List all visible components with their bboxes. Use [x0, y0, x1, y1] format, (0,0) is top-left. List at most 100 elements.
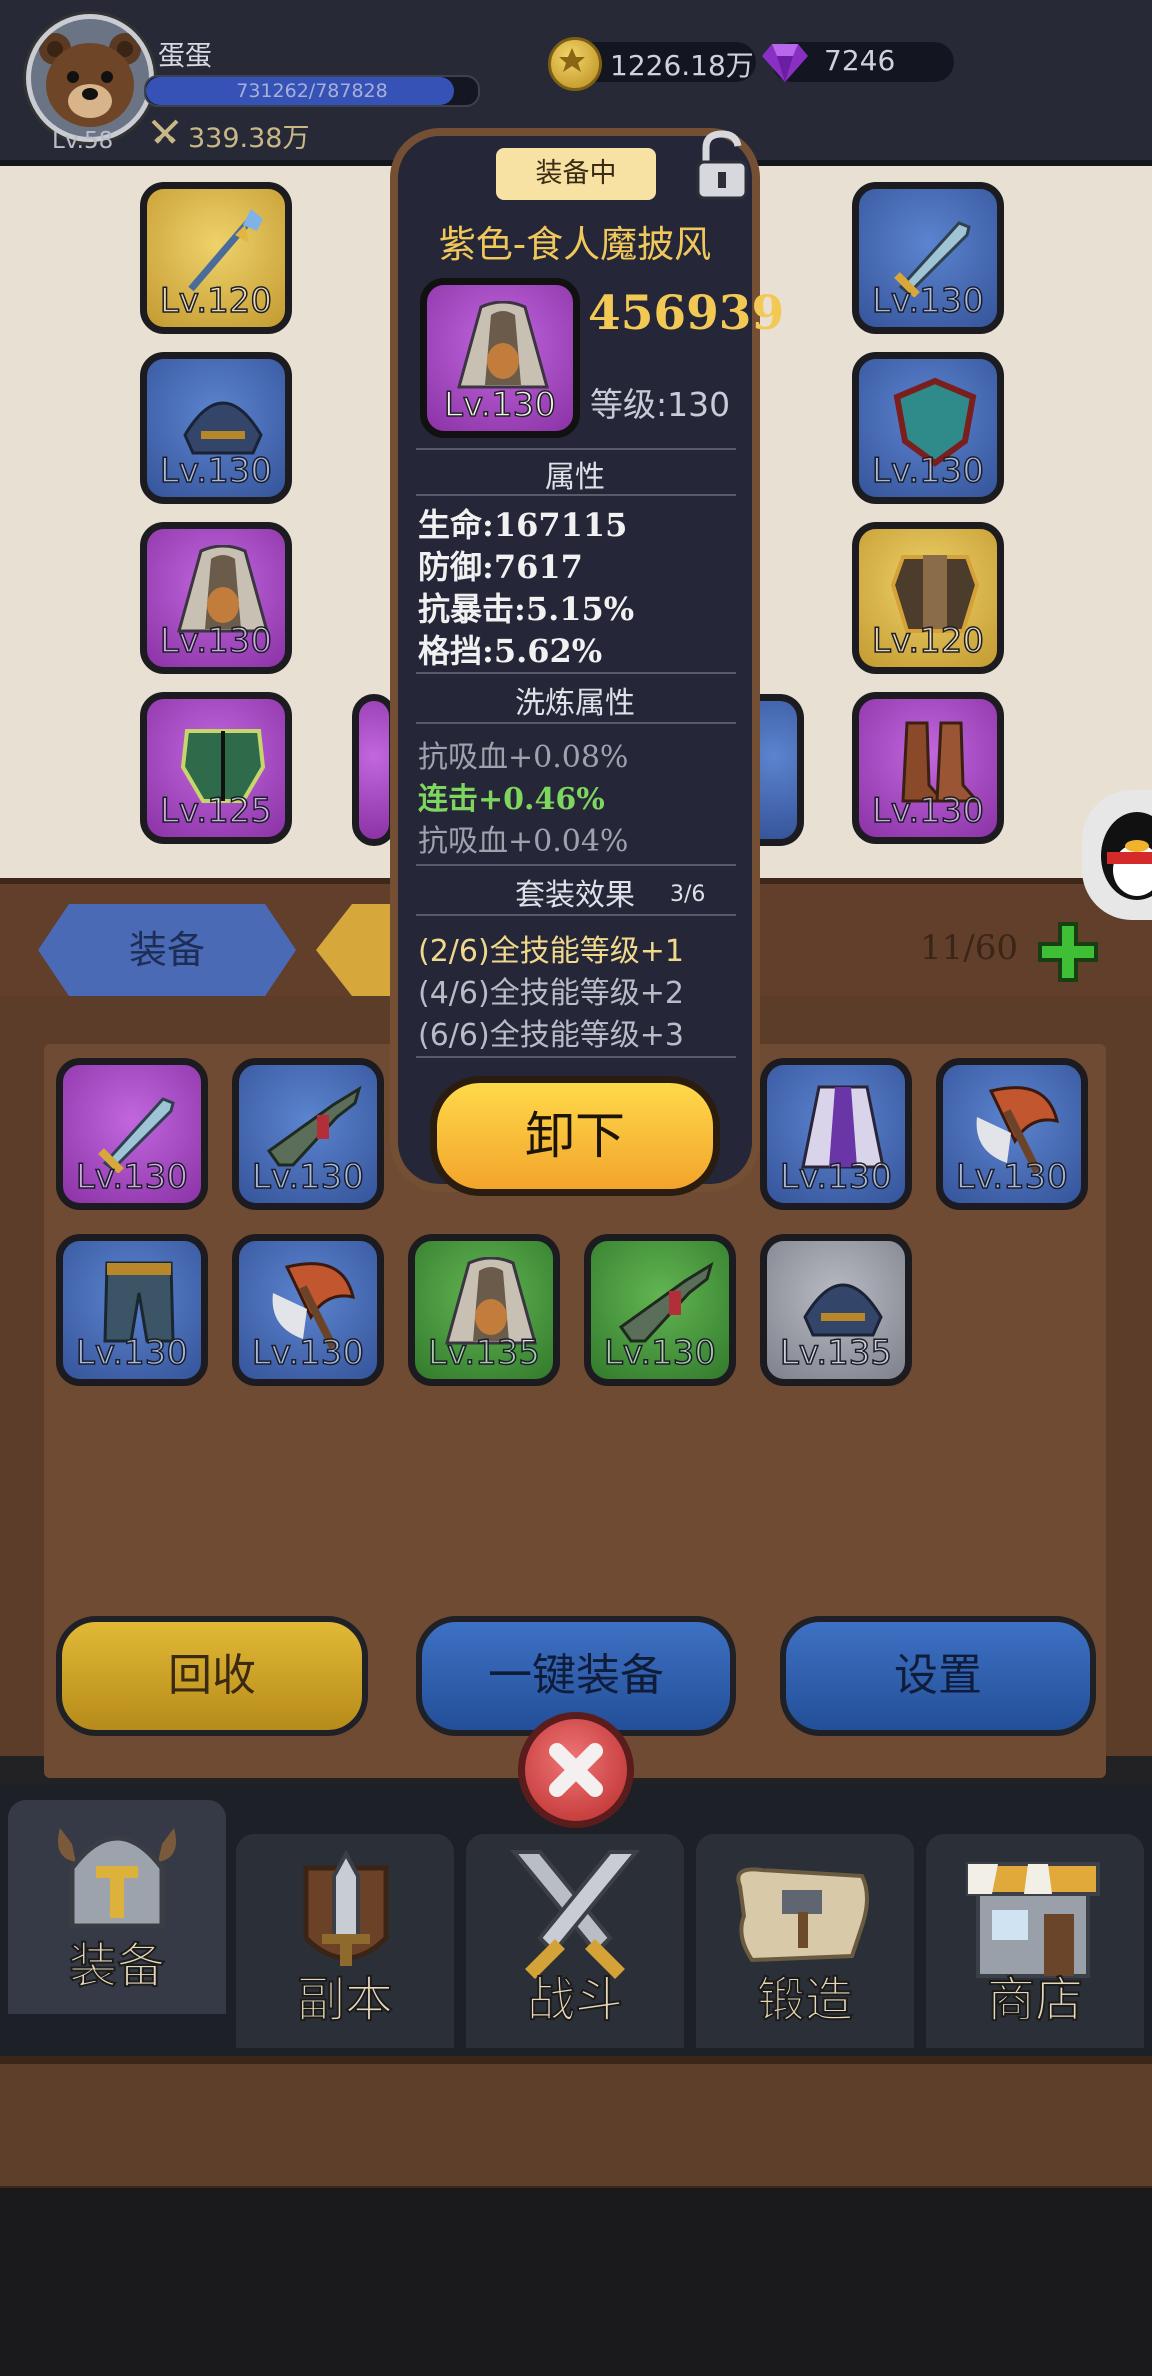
equipped-slot[interactable]: Lv.130	[852, 692, 1004, 844]
divider	[416, 1056, 736, 1058]
inventory-slot[interactable]: Lv.135	[760, 1234, 912, 1386]
tab-equipment-label: 装备	[128, 928, 205, 972]
slot-level: Lv.120	[871, 620, 985, 662]
attribute-line: 格挡:5.62%	[418, 632, 603, 670]
slot-level: Lv.130	[159, 450, 273, 492]
inventory-slot[interactable]: Lv.130	[56, 1058, 208, 1210]
nav-label: 锻造	[756, 1971, 854, 2029]
attribute-line: 防御:7617	[418, 548, 583, 586]
nav-label: 战斗	[526, 1971, 624, 2029]
bear-avatar-icon	[39, 33, 141, 127]
inventory-slot[interactable]: Lv.130	[56, 1234, 208, 1386]
refine-header: 洗炼属性	[515, 686, 635, 721]
slot-level: Lv.130	[603, 1332, 717, 1374]
close-button[interactable]	[518, 1712, 634, 1828]
divider	[416, 494, 736, 496]
slot-level: Lv.120	[159, 280, 273, 322]
inventory-slot[interactable]: Lv.130	[584, 1234, 736, 1386]
nav-label: 副本	[296, 1971, 394, 2029]
recycle-button[interactable]: 回收	[56, 1616, 368, 1736]
bottom-shelf	[0, 2056, 1152, 2196]
attribute-line: 生命:167115	[418, 506, 628, 544]
divider	[416, 914, 736, 916]
set-effect-line: (4/6)全技能等级+2	[418, 976, 684, 1011]
inventory-slot[interactable]: Lv.130	[936, 1058, 1088, 1210]
equipped-slot[interactable]: Lv.130	[852, 352, 1004, 504]
power-swords-icon	[151, 119, 179, 144]
equipped-slot[interactable]: Lv.120	[140, 182, 292, 334]
equipped-slot[interactable]: Lv.120	[852, 522, 1004, 674]
slot-level: Lv.135	[427, 1332, 541, 1374]
inventory-slot[interactable]: Lv.135	[408, 1234, 560, 1386]
nav-shop[interactable]: 商店	[926, 1834, 1144, 2048]
slot-level: Lv.130	[779, 1156, 893, 1198]
nav-dungeon[interactable]: 副本	[236, 1834, 454, 2048]
set-effect-line: (2/6)全技能等级+1	[418, 934, 684, 969]
slot-level: Lv.125	[159, 790, 273, 832]
nav-equipment[interactable]: 装备	[8, 1800, 226, 2014]
gems-amount: 7246	[824, 44, 896, 77]
equipped-slot[interactable]: Lv.130	[140, 352, 292, 504]
nav-label: 商店	[986, 1971, 1084, 2029]
nav-label: 装备	[68, 1937, 166, 1995]
divider	[416, 448, 736, 450]
player-name: 蛋蛋	[158, 41, 212, 72]
divider	[416, 864, 736, 866]
forge-scroll-icon	[736, 1867, 869, 1963]
gold-amount: 1226.18万	[610, 49, 754, 82]
inventory-slot[interactable]: Lv.130	[760, 1058, 912, 1210]
cloak-icon	[457, 301, 549, 389]
helmet-icon	[58, 1828, 176, 1929]
item-preview-slot: Lv.130	[420, 278, 580, 438]
slot-level: Lv.130	[871, 790, 985, 832]
divider	[416, 722, 736, 724]
close-icon	[549, 1743, 603, 1797]
inventory-slot[interactable]: Lv.130	[232, 1234, 384, 1386]
inventory-slot[interactable]: Lv.130	[232, 1058, 384, 1210]
unequip-button[interactable]: 卸下	[430, 1076, 720, 1196]
item-title: 紫色-食人魔披风	[438, 223, 712, 266]
footer-area	[0, 2188, 1152, 2376]
exp-bar: 731262/787828	[144, 75, 480, 107]
slot-level: Lv.130	[75, 1332, 189, 1374]
refine-line: 连击+0.46%	[418, 782, 605, 817]
slot-level: Lv.130	[251, 1332, 365, 1374]
slot-level: Lv.130	[159, 620, 273, 662]
slot-level: Lv.130	[871, 450, 985, 492]
equipped-status-badge: 装备中	[496, 148, 656, 200]
slot-level: Lv.130	[75, 1156, 189, 1198]
nav-battle[interactable]: 战斗	[466, 1834, 684, 2048]
equipped-slot[interactable]: Lv.125	[140, 692, 292, 844]
equipped-slot[interactable]: Lv.130	[140, 522, 292, 674]
equipped-status-text: 装备中	[535, 158, 617, 189]
item-power: 456939	[588, 286, 785, 341]
set-progress: 3/6	[670, 882, 706, 907]
refine-line: 抗吸血+0.08%	[418, 740, 629, 775]
equipped-slot[interactable]: Lv.130	[852, 182, 1004, 334]
attributes-header: 属性	[545, 460, 605, 495]
slot-level: Lv.130	[871, 280, 985, 322]
nav-forge[interactable]: 锻造	[696, 1834, 914, 2048]
qq-float-button[interactable]	[1082, 790, 1152, 920]
gold-coin-icon	[548, 37, 602, 91]
set-effect-line: (6/6)全技能等级+3	[418, 1018, 684, 1053]
slot-level: Lv.130	[955, 1156, 1069, 1198]
settings-label: 设置	[894, 1650, 982, 1701]
divider	[416, 672, 736, 674]
add-capacity-icon[interactable]	[1036, 920, 1100, 984]
penguin-icon	[1101, 812, 1152, 900]
slot-level: Lv.135	[779, 1332, 893, 1374]
attribute-line: 抗暴击:5.15%	[418, 590, 635, 628]
item-level: 等级:130	[590, 385, 731, 424]
refine-line: 抗吸血+0.04%	[418, 824, 629, 859]
combat-power: 339.38万	[188, 123, 310, 154]
tab-equipment[interactable]: 装备	[38, 904, 296, 996]
bag-capacity: 11/60	[920, 928, 1018, 968]
settings-button[interactable]: 设置	[780, 1616, 1096, 1736]
purple-gem-icon	[762, 44, 808, 82]
player-avatar[interactable]	[26, 14, 154, 142]
recycle-label: 回收	[168, 1650, 256, 1701]
unequip-label: 卸下	[525, 1107, 625, 1165]
item-level-badge: Lv.130	[443, 384, 557, 426]
unlock-icon[interactable]	[692, 130, 752, 202]
